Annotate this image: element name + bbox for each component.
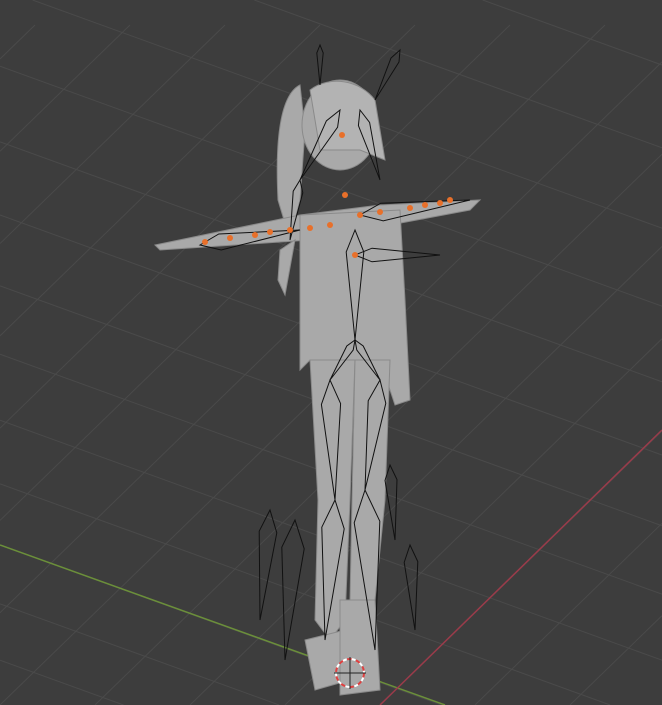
selected-bone-joint[interactable] bbox=[252, 232, 258, 238]
bone[interactable] bbox=[384, 463, 398, 541]
grid-line bbox=[0, 24, 36, 60]
selected-bone-joint[interactable] bbox=[267, 229, 273, 235]
character-mesh[interactable] bbox=[153, 79, 482, 696]
3d-viewport[interactable] bbox=[0, 0, 662, 705]
selected-bone-joint[interactable] bbox=[339, 132, 345, 138]
bone[interactable] bbox=[258, 508, 278, 621]
selected-bone-joint[interactable] bbox=[342, 192, 348, 198]
selected-bone-joint[interactable] bbox=[377, 209, 383, 215]
grid-line bbox=[569, 615, 662, 705]
selected-bone-joint[interactable] bbox=[352, 252, 358, 258]
bone[interactable] bbox=[374, 48, 401, 101]
selected-bone-joint[interactable] bbox=[202, 239, 208, 245]
grid-line bbox=[0, 603, 280, 705]
grid-line bbox=[189, 246, 662, 705]
grid-line bbox=[0, 24, 321, 337]
viewport-canvas[interactable] bbox=[0, 0, 662, 705]
selected-bone-joint[interactable] bbox=[327, 222, 333, 228]
grid-line bbox=[0, 24, 131, 152]
selected-bone-joint[interactable] bbox=[407, 205, 413, 211]
grid-line bbox=[482, 0, 662, 66]
selected-bone-joint[interactable] bbox=[227, 235, 233, 241]
y-axis-line bbox=[379, 429, 662, 705]
grid-line bbox=[0, 659, 124, 705]
selected-bone-joint[interactable] bbox=[447, 197, 453, 203]
selected-bone-joint[interactable] bbox=[307, 225, 313, 231]
bone[interactable] bbox=[316, 43, 324, 86]
selected-bone-joint[interactable] bbox=[437, 200, 443, 206]
selected-bone-joint[interactable] bbox=[287, 227, 293, 233]
selected-bone-joint[interactable] bbox=[422, 202, 428, 208]
grid-line bbox=[474, 522, 662, 705]
grid-line bbox=[0, 483, 611, 705]
grid-line bbox=[0, 24, 511, 521]
selected-bone-joint[interactable] bbox=[357, 212, 363, 218]
